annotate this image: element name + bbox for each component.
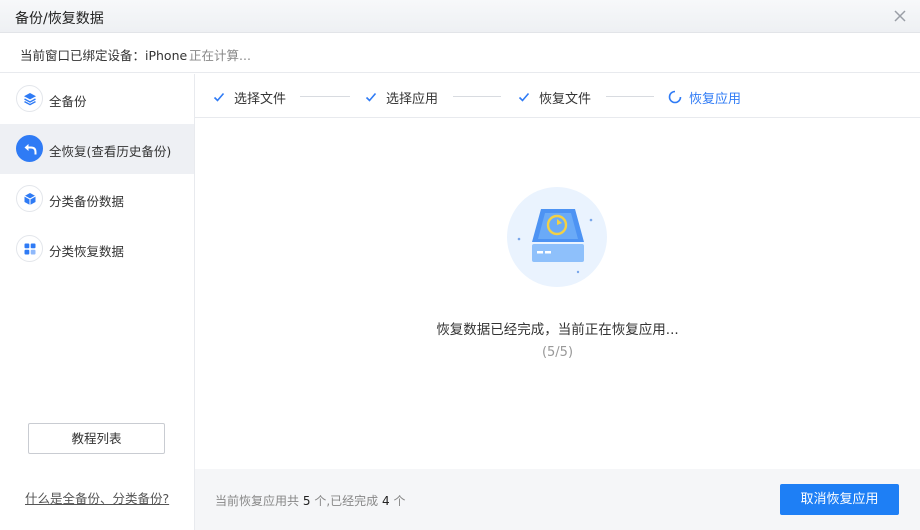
restore-summary: 当前恢复应用共 5 个,已经完成 4 个	[215, 492, 405, 509]
step-label: 选择文件	[234, 92, 287, 107]
sidebar-item-label: 分类恢复数据	[49, 244, 125, 259]
summary-prefix: 当前恢复应用共	[215, 494, 300, 508]
progress-count: (5/5)	[541, 345, 574, 360]
sidebar-item-category-restore[interactable]: 分类恢复数据	[0, 224, 194, 274]
step-label: 恢复应用	[689, 92, 742, 107]
step-label: 选择应用	[386, 92, 439, 107]
sidebar-item-category-backup[interactable]: 分类备份数据	[0, 174, 194, 224]
summary-mid: 个,已经完成	[314, 494, 379, 508]
device-bar: 当前窗口已绑定设备：iPhone 正在计算...	[0, 33, 920, 73]
sidebar: 全备份 全恢复(查看历史备份) 分类备份数据 分类恢复数据 教程列表 什么是全备…	[0, 74, 195, 530]
sidebar-item-label: 全备份	[49, 94, 87, 109]
tutorial-list-button[interactable]: 教程列表	[28, 423, 165, 454]
restore-drive-illustration	[507, 187, 607, 287]
cube-icon	[16, 185, 43, 212]
step-connector	[453, 96, 501, 97]
close-icon[interactable]	[890, 6, 910, 26]
sidebar-item-full-backup[interactable]: 全备份	[0, 74, 194, 124]
restore-arrow-icon	[16, 135, 43, 162]
grid-icon	[16, 235, 43, 262]
sidebar-item-label: 全恢复(查看历史备份)	[49, 144, 172, 159]
step-indicator: 选择文件 选择应用 恢复文件 恢复应用	[195, 74, 920, 118]
sidebar-item-full-restore[interactable]: 全恢复(查看历史备份)	[0, 124, 194, 174]
summary-suffix: 个	[393, 494, 406, 508]
window-title: 备份/恢复数据	[15, 11, 104, 27]
layers-icon	[16, 85, 43, 112]
step-connector	[606, 96, 654, 97]
cancel-restore-button[interactable]: 取消恢复应用	[780, 484, 899, 515]
total-count: 5	[302, 494, 311, 508]
done-count: 4	[381, 494, 390, 508]
device-status: 正在计算...	[189, 48, 251, 63]
step-label: 恢复文件	[539, 92, 592, 107]
loading-spinner-icon	[668, 90, 682, 104]
check-icon	[365, 92, 377, 102]
backup-help-link[interactable]: 什么是全备份、分类备份?	[25, 488, 169, 507]
check-icon	[213, 92, 225, 102]
check-icon	[518, 92, 530, 102]
footer-bar: 当前恢复应用共 5 个,已经完成 4 个 取消恢复应用	[195, 469, 920, 530]
sidebar-item-label: 分类备份数据	[49, 194, 125, 209]
step-connector	[300, 96, 350, 97]
title-bar: 备份/恢复数据	[0, 0, 920, 33]
device-label: 当前窗口已绑定设备：iPhone	[20, 48, 188, 63]
status-message: 恢复数据已经完成，当前正在恢复应用...	[436, 322, 679, 338]
